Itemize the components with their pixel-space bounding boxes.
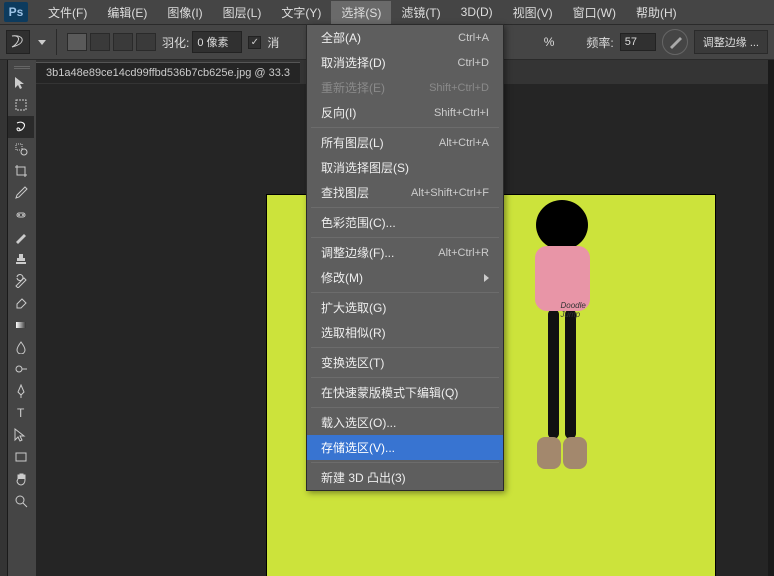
menu-item-transform[interactable]: 变换选区(T): [307, 350, 503, 375]
menu-separator: [311, 407, 499, 408]
select-menu-dropdown: 全部(A)Ctrl+A 取消选择(D)Ctrl+D 重新选择(E)Shift+C…: [306, 24, 504, 491]
figure-head: [536, 200, 588, 250]
figure-legs: [517, 309, 607, 439]
menu-separator: [311, 207, 499, 208]
history-brush-tool[interactable]: [8, 270, 34, 292]
anti-alias-label-cut: 消: [267, 34, 279, 51]
menu-item-inverse[interactable]: 反向(I)Shift+Ctrl+I: [307, 100, 503, 125]
eraser-tool[interactable]: [8, 292, 34, 314]
menu-help[interactable]: 帮助(H): [626, 1, 687, 24]
figure-torso: Doodle Jump: [535, 246, 590, 311]
lasso-tool[interactable]: [8, 116, 34, 138]
brush-tool[interactable]: [8, 226, 34, 248]
mode-new-selection[interactable]: [67, 33, 87, 51]
menu-item-load-selection[interactable]: 载入选区(O)...: [307, 410, 503, 435]
type-tool[interactable]: T: [8, 402, 34, 424]
left-gutter: [0, 60, 8, 576]
menu-item-all-layers[interactable]: 所有图层(L)Alt+Ctrl+A: [307, 130, 503, 155]
anti-alias-checkbox[interactable]: ✓: [248, 36, 261, 49]
feather-input[interactable]: 0 像素: [192, 31, 242, 53]
menu-separator: [311, 377, 499, 378]
menu-image[interactable]: 图像(I): [157, 1, 212, 24]
stamp-tool[interactable]: [8, 248, 34, 270]
refine-edge-button[interactable]: 调整边缘 ...: [694, 30, 768, 54]
menu-edit[interactable]: 编辑(E): [97, 1, 157, 24]
menu-view[interactable]: 视图(V): [503, 1, 563, 24]
zoom-tool[interactable]: [8, 490, 34, 512]
menu-filter[interactable]: 滤镜(T): [391, 1, 450, 24]
move-tool[interactable]: [8, 72, 34, 94]
current-tool-preview[interactable]: [6, 30, 30, 54]
selection-mode-group: [67, 33, 156, 51]
toolbox-grab-icon[interactable]: [8, 62, 36, 72]
pen-tool[interactable]: [8, 380, 34, 402]
menu-item-save-selection[interactable]: 存储选区(V)...: [307, 435, 503, 460]
toolbox: T: [8, 60, 36, 576]
menu-separator: [311, 347, 499, 348]
menu-item-color-range[interactable]: 色彩范围(C)...: [307, 210, 503, 235]
menu-item-new-3d[interactable]: 新建 3D 凸出(3): [307, 465, 503, 490]
figure-foot: [537, 437, 561, 469]
canvas-figure-right: Doodle Jump: [517, 200, 607, 469]
svg-text:T: T: [17, 406, 25, 420]
menu-window[interactable]: 窗口(W): [563, 1, 626, 24]
menu-item-modify[interactable]: 修改(M): [307, 265, 503, 290]
menu-type[interactable]: 文字(Y): [271, 1, 331, 24]
mode-add-selection[interactable]: [90, 33, 110, 51]
menu-item-similar[interactable]: 选取相似(R): [307, 320, 503, 345]
menu-file[interactable]: 文件(F): [38, 1, 97, 24]
figure-shirt-text: Doodle Jump: [561, 301, 590, 319]
divider: [56, 29, 57, 55]
feather-label: 羽化:: [162, 34, 189, 51]
frequency-label: 频率:: [586, 34, 613, 51]
menu-bar: Ps 文件(F) 编辑(E) 图像(I) 图层(L) 文字(Y) 选择(S) 滤…: [0, 0, 774, 24]
pressure-brush-icon[interactable]: [662, 29, 688, 55]
chevron-right-icon: [484, 274, 489, 282]
right-panel-edge[interactable]: [768, 60, 774, 576]
shape-tool[interactable]: [8, 446, 34, 468]
app-frame: Ps 文件(F) 编辑(E) 图像(I) 图层(L) 文字(Y) 选择(S) 滤…: [0, 0, 774, 576]
menu-item-refine-edge[interactable]: 调整边缘(F)...Alt+Ctrl+R: [307, 240, 503, 265]
chevron-down-icon[interactable]: [38, 40, 46, 45]
menu-select[interactable]: 选择(S): [331, 1, 391, 24]
menu-layer[interactable]: 图层(L): [213, 1, 272, 24]
menu-3d[interactable]: 3D(D): [451, 2, 503, 22]
crop-tool[interactable]: [8, 160, 34, 182]
menu-item-deselect-layers[interactable]: 取消选择图层(S): [307, 155, 503, 180]
mode-intersect-selection[interactable]: [136, 33, 156, 51]
figure-foot: [563, 437, 587, 469]
menu-separator: [311, 462, 499, 463]
blur-tool[interactable]: [8, 336, 34, 358]
marquee-tool[interactable]: [8, 94, 34, 116]
menu-item-grow[interactable]: 扩大选取(G): [307, 295, 503, 320]
dodge-tool[interactable]: [8, 358, 34, 380]
ps-logo-icon: Ps: [4, 2, 28, 22]
eyedropper-tool[interactable]: [8, 182, 34, 204]
menu-item-all[interactable]: 全部(A)Ctrl+A: [307, 25, 503, 50]
menu-separator: [311, 127, 499, 128]
figure-feet: [517, 437, 607, 469]
hand-tool[interactable]: [8, 468, 34, 490]
menu-item-reselect: 重新选择(E)Shift+Ctrl+D: [307, 75, 503, 100]
menu-item-deselect[interactable]: 取消选择(D)Ctrl+D: [307, 50, 503, 75]
menu-separator: [311, 292, 499, 293]
path-select-tool[interactable]: [8, 424, 34, 446]
menu-separator: [311, 237, 499, 238]
menu-item-find-layers[interactable]: 查找图层Alt+Shift+Ctrl+F: [307, 180, 503, 205]
quick-select-tool[interactable]: [8, 138, 34, 160]
document-tab[interactable]: 3b1a48e89ce14cd99ffbd536b7cb625e.jpg @ 3…: [36, 62, 300, 83]
figure-leg: [565, 309, 576, 439]
percent-label: %: [544, 35, 555, 49]
figure-leg: [548, 309, 559, 439]
menu-item-quick-mask[interactable]: 在快速蒙版模式下编辑(Q): [307, 380, 503, 405]
frequency-input[interactable]: 57: [620, 33, 656, 51]
feather-field: 羽化: 0 像素: [162, 31, 242, 53]
gradient-tool[interactable]: [8, 314, 34, 336]
mode-subtract-selection[interactable]: [113, 33, 133, 51]
healing-tool[interactable]: [8, 204, 34, 226]
